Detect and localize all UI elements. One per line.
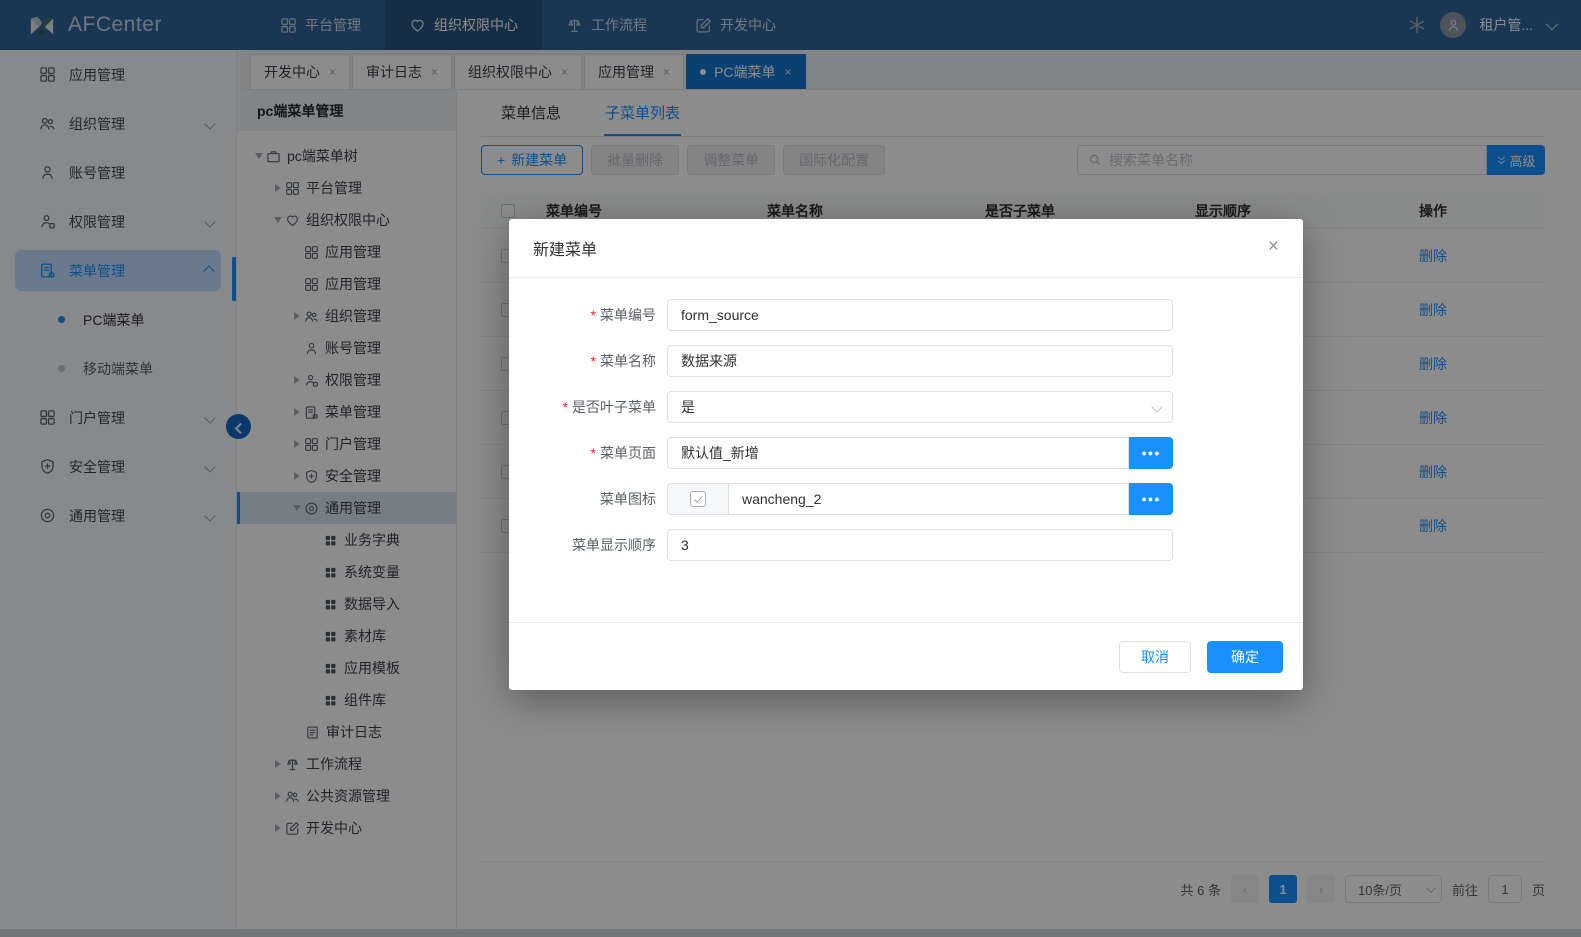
required-mark: * [563,399,568,415]
confirm-button[interactable]: 确定 [1207,641,1283,673]
menu-icon-input[interactable] [728,483,1129,515]
icon-enabled-checkbox[interactable] [690,491,706,507]
dialog-title: 新建菜单 [533,236,597,260]
field-label: *是否叶子菜单 [509,391,667,423]
is-leaf-select[interactable] [667,391,1173,423]
form-row-menu-page: *菜单页面 ●●● [509,437,1173,469]
menu-page-picker-button[interactable]: ●●● [1129,437,1173,469]
menu-icon-picker-button[interactable]: ●●● [1129,483,1173,515]
field-label: *菜单名称 [509,345,667,377]
field-label: 菜单显示顺序 [509,529,667,561]
required-mark: * [591,445,596,461]
menu-page-input[interactable] [667,437,1129,469]
field-label: *菜单页面 [509,437,667,469]
dialog-header: 新建菜单 [509,219,1303,278]
form-row-is-leaf: *是否叶子菜单 [509,391,1173,423]
form-row-display-order: 菜单显示顺序 [509,529,1173,561]
icon-checkbox-addon [667,483,728,515]
dialog-body: *菜单编号 *菜单名称 *是否叶子菜单 *菜单页面 ●●● 菜单图标 [509,278,1303,561]
form-row-menu-name: *菜单名称 [509,345,1173,377]
form-row-menu-icon: 菜单图标 ●●● [509,483,1173,515]
close-icon[interactable]: × [1268,237,1279,256]
menu-code-input[interactable] [667,299,1173,331]
menu-name-input[interactable] [667,345,1173,377]
field-label: 菜单图标 [509,483,667,515]
required-mark: * [591,307,596,323]
dialog-footer: 取消 确定 [509,622,1303,690]
form-row-menu-code: *菜单编号 [509,299,1173,331]
new-menu-dialog: 新建菜单 × *菜单编号 *菜单名称 *是否叶子菜单 *菜单页面 ●●● 菜单 [509,219,1303,690]
cancel-button[interactable]: 取消 [1119,641,1191,673]
field-label: *菜单编号 [509,299,667,331]
required-mark: * [591,353,596,369]
check-icon [693,494,704,505]
display-order-input[interactable] [667,529,1173,561]
